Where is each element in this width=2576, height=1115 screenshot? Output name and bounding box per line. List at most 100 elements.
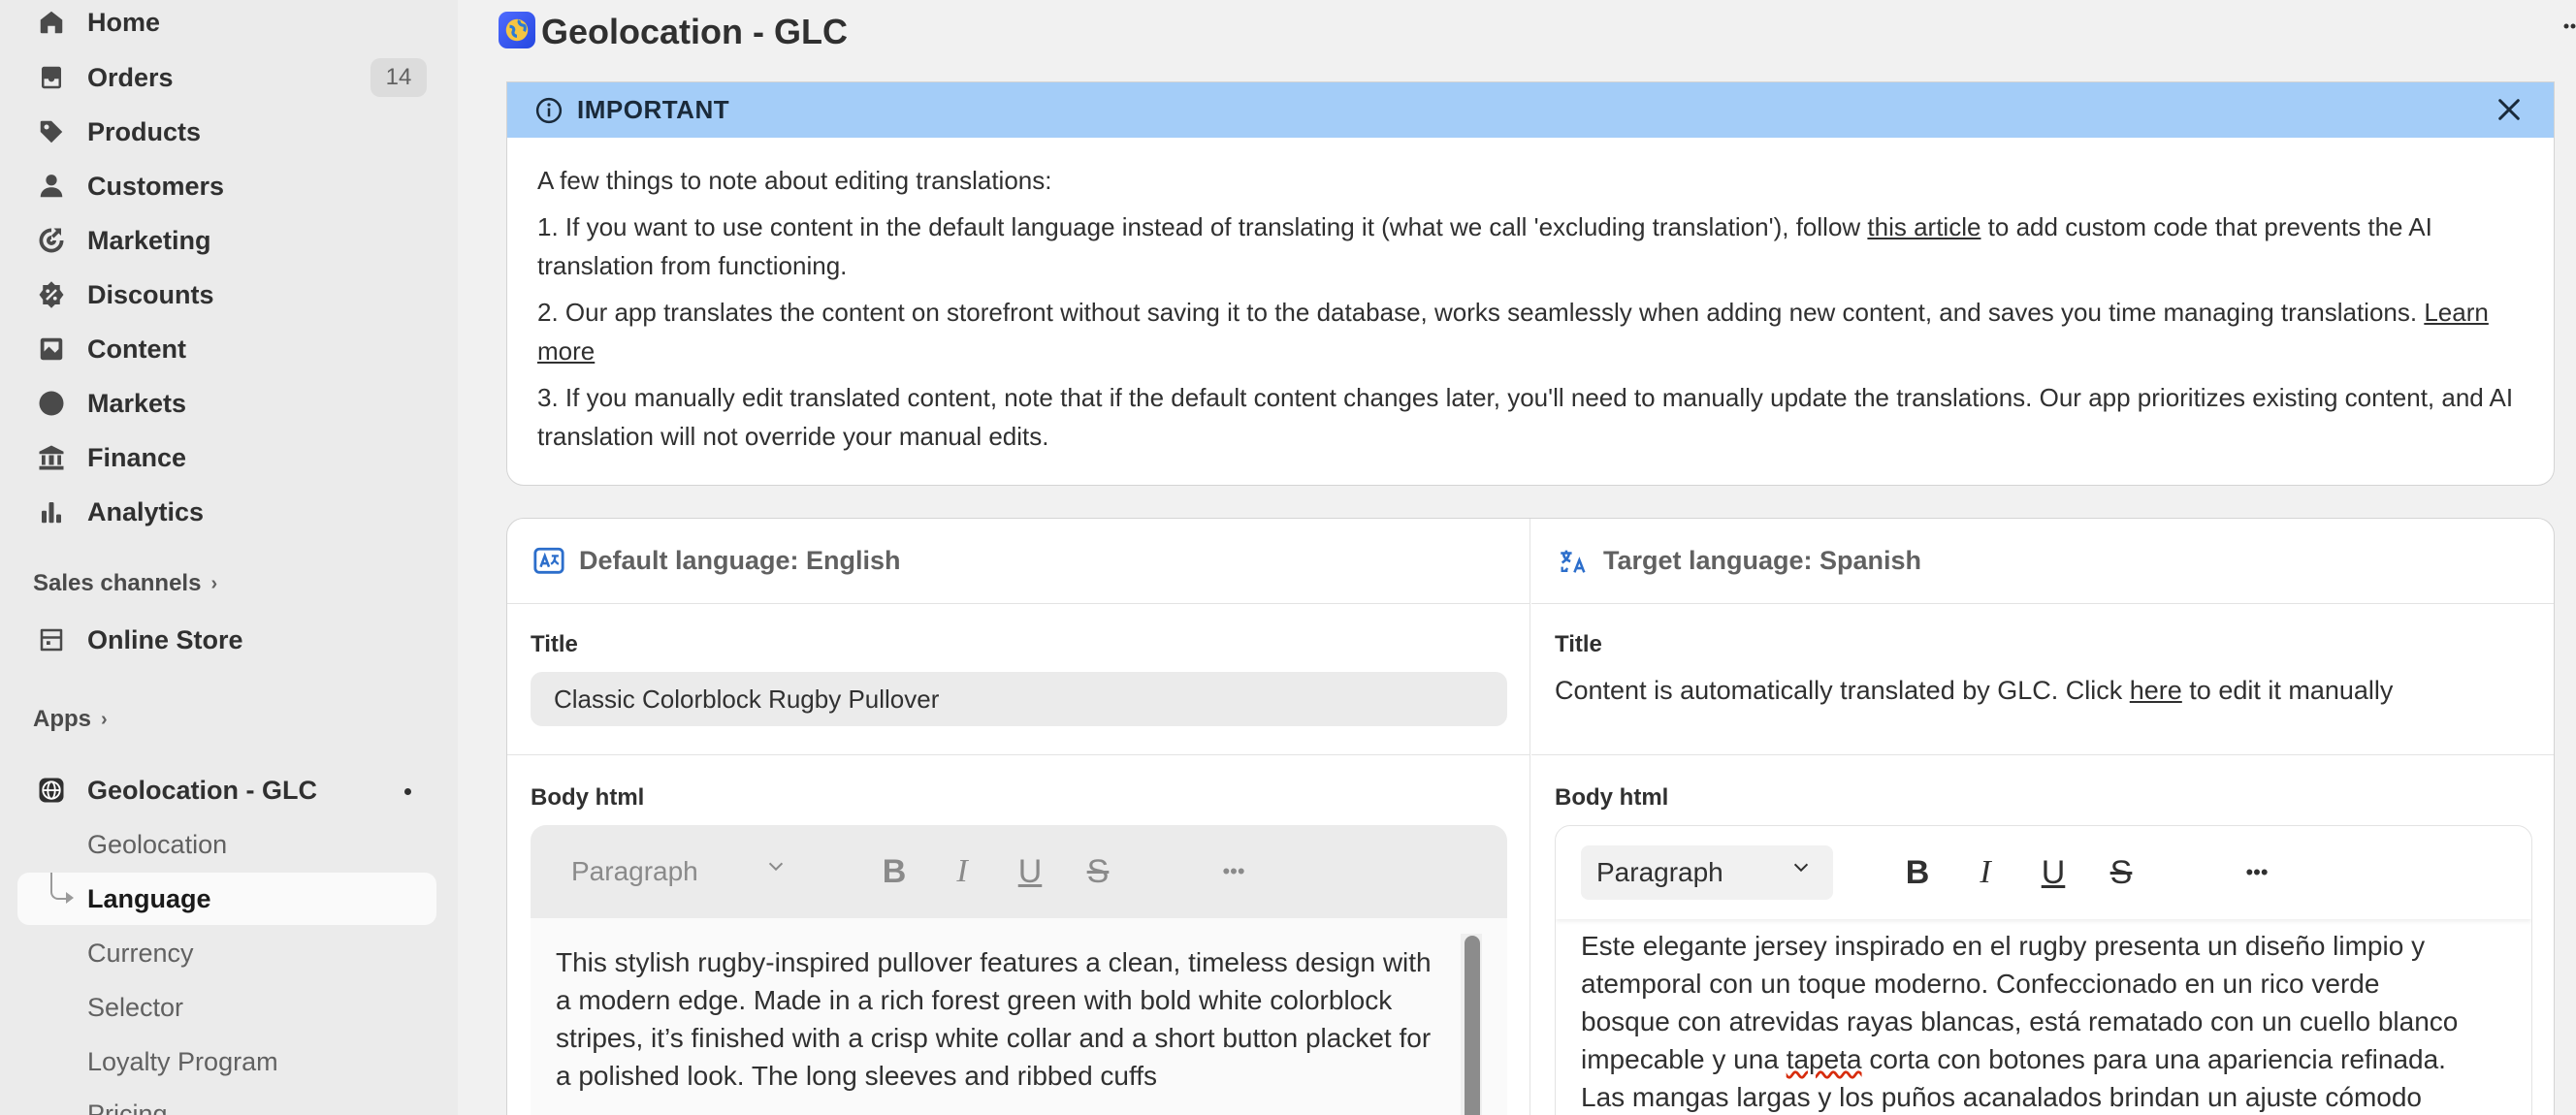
italic-button: I <box>956 853 968 889</box>
banner-point-3: 3. If you manually edit translated conte… <box>537 383 2514 451</box>
image-icon <box>35 333 68 366</box>
scrollbar-thumb[interactable] <box>1465 936 1480 1115</box>
target-icon <box>35 224 68 257</box>
sidebar-item-label: Content <box>87 334 186 364</box>
apps-label: Apps <box>33 706 91 732</box>
editor-toolbar: Paragraph B I U S ••• <box>1556 826 2531 919</box>
sidebar-item-online-store[interactable]: Online Store <box>17 616 436 664</box>
sidebar-item-geolocation-glc[interactable]: Geolocation - GLC <box>17 766 436 814</box>
target-language-column: Target language: Spanish Title Content i… <box>1531 519 2554 1115</box>
important-banner: IMPORTANT A few things to note about edi… <box>506 81 2555 486</box>
orders-count-badge: 14 <box>370 58 427 97</box>
target-language-title: Target language: Spanish <box>1603 546 1922 575</box>
chevron-right-icon: › <box>210 572 218 594</box>
this-article-link[interactable]: this article <box>1867 212 1980 241</box>
sidebar-item-finance[interactable]: Finance <box>17 433 436 482</box>
sidebar-item-products[interactable]: Products <box>17 108 436 156</box>
home-icon <box>35 6 68 39</box>
format-buttons: B I U S ••• <box>874 851 1254 892</box>
sidebar-subitem-pricing[interactable]: Pricing <box>87 1099 168 1115</box>
underline-button[interactable]: U <box>2033 852 2074 893</box>
sidebar-subitem-selector[interactable]: Selector <box>87 993 183 1023</box>
banner-body: A few things to note about editing trans… <box>507 138 2554 456</box>
more-format-button[interactable]: ••• <box>2237 852 2277 893</box>
sidebar-subitem-currency[interactable]: Currency <box>87 939 194 969</box>
translate-icon <box>533 547 564 574</box>
close-icon[interactable] <box>2494 94 2525 125</box>
app-header: Geolocation - GLC <box>458 0 2576 81</box>
bold-button[interactable]: B <box>1897 852 1938 893</box>
chevron-down-icon <box>1793 863 1809 873</box>
translation-editor-card: Default language: English Title Classic … <box>506 518 2555 1115</box>
target-language-header: Target language: Spanish <box>1531 519 2554 604</box>
sidebar-item-content[interactable]: Content <box>17 325 436 373</box>
target-body-content[interactable]: Este elegante jersey inspirado en el rug… <box>1556 919 2531 1115</box>
banner-header: IMPORTANT <box>507 82 2554 138</box>
body-html-label: Body html <box>531 784 645 811</box>
sidebar-item-orders[interactable]: Orders 14 <box>17 53 436 102</box>
sidebar-item-label: Customers <box>87 171 225 201</box>
translate-swap-icon <box>1561 550 1586 573</box>
strikethrough-button: S <box>1086 852 1110 890</box>
misspelled-word: tapeta <box>1786 1044 1862 1074</box>
globe-icon <box>35 387 68 420</box>
bold-button: B <box>882 852 907 890</box>
paragraph-select[interactable]: Paragraph <box>1581 845 1833 900</box>
auto-note-text-end: to edit it manually <box>2181 676 2394 705</box>
default-language-title: Default language: English <box>579 546 901 575</box>
active-item-highlight <box>17 873 436 925</box>
underline-button: U <box>1017 852 1043 890</box>
sidebar-item-discounts[interactable]: Discounts <box>17 271 436 319</box>
target-body-field-row: Body html Paragraph B I U S ••• Este ele… <box>1531 755 2554 1115</box>
auto-translate-note: Content is automatically translated by G… <box>1555 676 2532 706</box>
target-body-editor[interactable]: Paragraph B I U S ••• Este elegante jers… <box>1555 825 2532 1115</box>
app-logo-icon <box>499 12 535 48</box>
sidebar-item-customers[interactable]: Customers <box>17 162 436 210</box>
paragraph-select: Paragraph <box>556 844 808 899</box>
title-field-row: Title Classic Colorblock Rugby Pullover <box>507 604 1530 755</box>
banner-point-1: 1. If you want to use content in the def… <box>537 207 2524 285</box>
sidebar-item-label: Analytics <box>87 496 205 526</box>
sidebar-item-analytics[interactable]: Analytics <box>17 488 436 536</box>
body-field-row: Body html Paragraph B I U S ••• This sty… <box>507 755 1530 1115</box>
default-body-text: This stylish rugby-inspired pullover fea… <box>556 947 1432 1091</box>
person-icon <box>35 170 68 203</box>
sidebar-subitem-loyalty-program[interactable]: Loyalty Program <box>87 1047 278 1077</box>
paragraph-select-value: Paragraph <box>1596 857 1723 887</box>
edit-manually-link[interactable]: here <box>2130 676 2182 705</box>
sales-channels-header[interactable]: Sales channels › <box>33 570 217 597</box>
auto-note-text: Content is automatically translated by G… <box>1555 676 2130 705</box>
page-title: Geolocation - GLC <box>541 12 849 51</box>
apps-header[interactable]: Apps › <box>33 706 108 733</box>
strikethrough-button[interactable]: S <box>2101 852 2141 893</box>
sidebar-item-label: Home <box>87 7 161 37</box>
italic-button[interactable]: I <box>1965 852 2006 893</box>
target-title-field-row: Title Content is automatically translate… <box>1531 604 2554 755</box>
sidebar-item-markets[interactable]: Markets <box>17 379 436 428</box>
title-input-readonly: Classic Colorblock Rugby Pullover <box>531 672 1507 726</box>
chevron-down-icon <box>768 862 784 872</box>
paragraph-select-value: Paragraph <box>571 856 698 886</box>
sidebar-item-label: Markets <box>87 388 187 418</box>
more-actions-icon[interactable] <box>2557 14 2576 43</box>
sidebar-item-marketing[interactable]: Marketing <box>17 216 436 265</box>
banner-intro: A few things to note about editing trans… <box>537 166 1052 195</box>
pin-indicator <box>404 788 411 795</box>
sidebar-item-label: Orders <box>87 62 174 92</box>
default-language-column: Default language: English Title Classic … <box>507 519 1530 1115</box>
sidebar-item-label: Geolocation - GLC <box>87 775 318 805</box>
title-label: Title <box>531 631 578 657</box>
discount-icon <box>35 278 68 311</box>
default-body-editor: Paragraph B I U S ••• This stylish rugby… <box>531 825 1507 1115</box>
banner-point-2-text: 2. Our app translates the content on sto… <box>537 298 2425 327</box>
banner-title: IMPORTANT <box>577 95 730 124</box>
chevron-right-icon: › <box>101 708 108 730</box>
more-format-button: ••• <box>1222 859 1245 883</box>
tag-icon <box>35 115 68 148</box>
default-body-content: This stylish rugby-inspired pullover fea… <box>531 918 1507 1115</box>
chart-bar-icon <box>35 495 68 528</box>
sidebar-item-home[interactable]: Home <box>17 0 436 47</box>
default-language-header: Default language: English <box>507 519 1530 604</box>
sidebar-subitem-geolocation[interactable]: Geolocation <box>87 830 227 860</box>
sidebar-subitem-language[interactable]: Language <box>87 884 211 914</box>
